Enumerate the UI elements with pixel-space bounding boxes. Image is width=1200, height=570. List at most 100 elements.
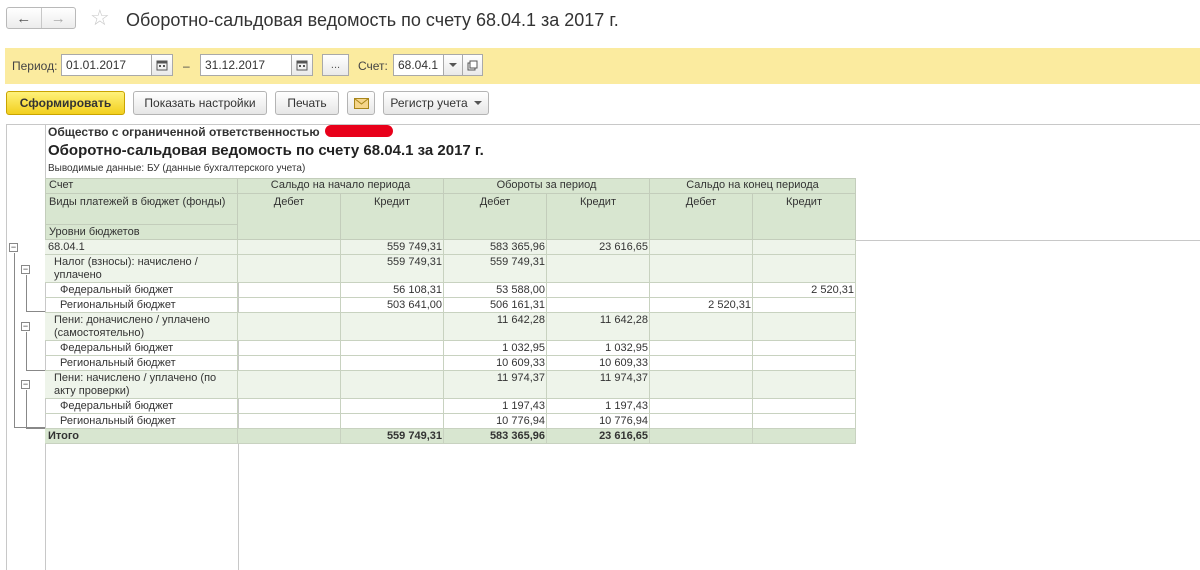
collapse-group-icon[interactable]: − <box>21 322 30 331</box>
amount-cell <box>237 357 341 372</box>
header-closing-balance: Сальдо на конец периода <box>649 178 856 194</box>
ledger-register-label: Регистр учета <box>390 96 468 110</box>
amount-cell: 2 520,31 <box>811 284 854 296</box>
column-separator <box>855 298 856 313</box>
amount-cell <box>237 241 341 256</box>
amount-cell: 11 974,37 <box>496 372 545 384</box>
amount-cell <box>546 284 650 299</box>
header-credit: Кредит <box>752 193 856 240</box>
amount-cell: 1 197,43 <box>605 400 648 412</box>
show-settings-button[interactable]: Показать настройки <box>133 91 267 115</box>
column-separator <box>855 356 856 371</box>
dropdown-glyph <box>449 63 457 67</box>
amount-cell: 583 365,96 <box>489 430 545 442</box>
amount-cell: 1 032,95 <box>605 342 648 354</box>
amount-cell: 10 776,94 <box>599 415 648 427</box>
back-arrow-icon[interactable]: ← <box>7 8 41 28</box>
date-from-input[interactable]: 01.01.2017 <box>61 54 152 76</box>
amount-cell <box>752 299 856 314</box>
send-email-button[interactable] <box>347 91 375 115</box>
tree-connector <box>26 428 45 429</box>
row-label: 68.04.1 <box>48 241 85 253</box>
amount-cell <box>649 256 753 284</box>
row-label: Региональный бюджет <box>60 415 176 427</box>
calendar-icon[interactable] <box>291 54 313 76</box>
report-subtitle: Выводимые данные: БУ (данные бухгалтерск… <box>48 163 306 174</box>
row-label: Федеральный бюджет <box>60 284 174 296</box>
amount-cell <box>649 400 753 415</box>
row-label: Итого <box>48 430 80 442</box>
amount-cell <box>649 314 753 342</box>
amount-cell <box>340 415 444 430</box>
date-to-input[interactable]: 31.12.2017 <box>200 54 292 76</box>
dropdown-arrow-icon <box>473 101 482 105</box>
collapse-group-icon[interactable]: − <box>21 265 30 274</box>
period-label: Период: <box>12 59 58 73</box>
row-label: Региональный бюджет <box>60 357 176 369</box>
header-budget-levels: Уровни бюджетов <box>45 224 238 240</box>
header-turnover: Обороты за период <box>443 178 650 194</box>
row-label: Федеральный бюджет <box>60 342 174 354</box>
choose-period-button[interactable]: ... <box>322 54 349 76</box>
tree-connector <box>26 370 45 371</box>
amount-cell <box>649 415 753 430</box>
redaction-mark <box>325 125 393 137</box>
amount-cell <box>649 342 753 357</box>
open-account-icon[interactable] <box>462 54 483 76</box>
amount-cell <box>237 400 341 415</box>
calendar-icon[interactable] <box>151 54 173 76</box>
collapse-group-icon[interactable]: − <box>21 380 30 389</box>
amount-cell: 10 609,33 <box>599 357 648 369</box>
row-label: Федеральный бюджет <box>60 400 174 412</box>
amount-cell <box>752 372 856 400</box>
ledger-register-button[interactable]: Регистр учета <box>383 91 489 115</box>
amount-cell: 10 776,94 <box>496 415 545 427</box>
amount-cell <box>546 256 650 284</box>
amount-cell <box>237 372 341 400</box>
amount-cell <box>752 400 856 415</box>
amount-cell <box>752 241 856 256</box>
account-input[interactable]: 68.04.1 <box>393 54 444 76</box>
collapse-group-icon[interactable]: − <box>9 243 18 252</box>
tree-connector <box>26 275 27 311</box>
amount-cell: 559 749,31 <box>386 241 442 253</box>
amount-cell: 2 520,31 <box>708 299 751 311</box>
amount-cell: 559 749,31 <box>386 256 442 268</box>
amount-cell <box>237 342 341 357</box>
header-payment-types: Виды платежей в бюджет (фонды) <box>45 193 238 225</box>
header-opening-balance: Сальдо на начало периода <box>237 178 444 194</box>
column-separator <box>855 341 856 356</box>
header-bottom-extension <box>856 240 1200 241</box>
amount-cell <box>237 415 341 430</box>
amount-cell: 53 588,00 <box>496 284 545 296</box>
amount-cell <box>237 314 341 342</box>
amount-cell <box>546 299 650 314</box>
calendar-glyph <box>296 60 308 71</box>
page-title: Оборотно-сальдовая ведомость по счету 68… <box>126 10 619 30</box>
dropdown-arrow-icon[interactable] <box>443 54 463 76</box>
header-debit: Дебет <box>443 193 547 240</box>
generate-button[interactable]: Сформировать <box>6 91 125 115</box>
column-separator <box>855 371 856 399</box>
favorite-star-icon[interactable]: ☆ <box>90 5 110 31</box>
header-debit: Дебет <box>237 193 341 240</box>
row-label: Пени: начислено / уплачено (по акту пров… <box>54 372 217 397</box>
amount-cell <box>752 357 856 372</box>
amount-cell: 1 197,43 <box>502 400 545 412</box>
amount-cell <box>340 342 444 357</box>
amount-cell: 23 616,65 <box>599 241 648 253</box>
header-credit: Кредит <box>546 193 650 240</box>
amount-cell: 56 108,31 <box>393 284 442 296</box>
turnover-balance-table: Счет Виды платежей в бюджет (фонды) Уров… <box>45 178 856 445</box>
amount-cell <box>649 241 753 256</box>
forward-arrow-icon[interactable]: → <box>40 8 76 28</box>
print-button[interactable]: Печать <box>275 91 339 115</box>
amount-cell <box>752 256 856 284</box>
amount-cell: 11 974,37 <box>599 372 648 384</box>
amount-cell <box>237 430 341 445</box>
column-separator <box>855 255 856 283</box>
report-left-border <box>6 124 7 570</box>
amount-cell <box>237 256 341 284</box>
amount-cell: 11 642,28 <box>599 314 648 326</box>
calendar-glyph <box>156 60 168 71</box>
